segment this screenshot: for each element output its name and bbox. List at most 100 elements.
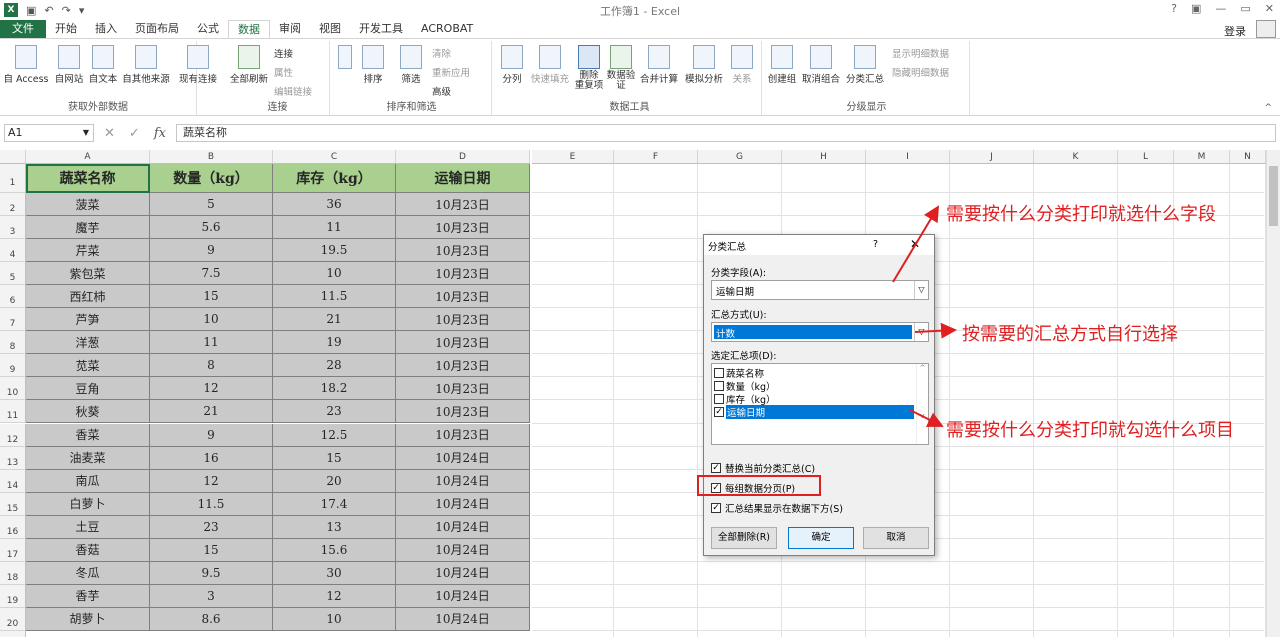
subtotal-button[interactable]: 分类汇总 <box>844 45 886 85</box>
table-cell[interactable]: 香菇 <box>26 538 150 562</box>
close-button[interactable]: ✕ <box>1265 2 1274 15</box>
table-cell[interactable]: 10 <box>273 262 396 286</box>
row-header[interactable]: 9 <box>0 354 26 378</box>
table-cell[interactable]: 10月23日 <box>396 331 530 355</box>
table-cell[interactable]: 10月24日 <box>396 515 530 539</box>
row-header[interactable]: 11 <box>0 400 26 424</box>
close-icon[interactable]: ✕ <box>910 237 920 251</box>
table-cell[interactable]: 15 <box>150 285 273 309</box>
column-header[interactable]: D <box>396 150 530 164</box>
reapply-button[interactable]: 重新应用 <box>432 65 470 79</box>
tab-acrobat[interactable]: ACROBAT <box>412 20 482 38</box>
table-cell[interactable]: 10月24日 <box>396 561 530 585</box>
row-header[interactable] <box>0 630 26 637</box>
chevron-down-icon[interactable]: ▽ <box>914 323 928 341</box>
row-header[interactable]: 20 <box>0 607 26 631</box>
list-scrollbar[interactable]: ^ v <box>916 364 928 444</box>
row-header[interactable]: 18 <box>0 561 26 585</box>
table-cell[interactable]: 10月24日 <box>396 538 530 562</box>
filter-button[interactable]: 筛选 <box>396 45 426 85</box>
row-header[interactable]: 13 <box>0 446 26 470</box>
cancel-button[interactable]: 取消 <box>863 527 929 549</box>
table-cell[interactable]: 10 <box>150 308 273 332</box>
table-cell[interactable]: 19 <box>273 331 396 355</box>
row-header[interactable]: 3 <box>0 216 26 240</box>
table-cell[interactable]: 豆角 <box>26 377 150 401</box>
table-cell[interactable]: 21 <box>150 400 273 424</box>
hide-detail-button[interactable]: 隐藏明细数据 <box>892 65 949 79</box>
table-cell[interactable]: 23 <box>150 515 273 539</box>
column-header[interactable]: I <box>866 150 950 164</box>
table-cell[interactable]: 5 <box>150 193 273 217</box>
maximize-button[interactable]: ▭ <box>1240 2 1250 15</box>
column-header[interactable]: K <box>1034 150 1118 164</box>
row-header[interactable]: 14 <box>0 469 26 493</box>
table-cell[interactable]: 12 <box>273 584 396 608</box>
row-header[interactable]: 17 <box>0 538 26 562</box>
column-header[interactable]: E <box>532 150 614 164</box>
data-validation-button[interactable]: 数据验 证 <box>606 45 636 91</box>
table-cell[interactable]: 16 <box>150 446 273 470</box>
group-button[interactable]: 创建组 <box>766 45 798 85</box>
table-cell[interactable]: 11 <box>273 216 396 240</box>
name-box[interactable]: A1 ▼ <box>4 124 94 142</box>
table-cell[interactable]: 8.6 <box>150 607 273 631</box>
table-cell[interactable]: 11.5 <box>150 492 273 516</box>
column-header[interactable]: H <box>782 150 866 164</box>
help-icon[interactable]: ? <box>1171 2 1177 15</box>
chevron-down-icon[interactable]: ▼ <box>83 125 89 141</box>
header-cell[interactable]: 蔬菜名称 <box>26 164 150 193</box>
consolidate-button[interactable]: 合并计算 <box>638 45 680 85</box>
tab-view[interactable]: 视图 <box>310 20 350 38</box>
table-cell[interactable]: 秋葵 <box>26 400 150 424</box>
tab-file[interactable]: 文件 <box>0 20 46 38</box>
vertical-scrollbar[interactable] <box>1266 150 1280 637</box>
table-cell[interactable]: 南瓜 <box>26 469 150 493</box>
table-cell[interactable]: 土豆 <box>26 515 150 539</box>
table-cell[interactable]: 20 <box>273 469 396 493</box>
table-cell[interactable]: 10月24日 <box>396 607 530 631</box>
table-cell[interactable]: 30 <box>273 561 396 585</box>
list-item[interactable]: ✓ 运输日期 <box>714 404 914 419</box>
from-web-button[interactable]: 自网站 <box>52 45 86 85</box>
table-cell[interactable]: 15 <box>150 538 273 562</box>
login-link[interactable]: 登录 <box>1224 23 1246 39</box>
row-header[interactable]: 6 <box>0 285 26 309</box>
formula-input[interactable]: 蔬菜名称 <box>175 124 1276 142</box>
chevron-down-icon[interactable]: ▽ <box>914 281 928 299</box>
row-header[interactable]: 8 <box>0 331 26 355</box>
table-cell[interactable]: 苋菜 <box>26 354 150 378</box>
row-header[interactable]: 2 <box>0 193 26 217</box>
scroll-thumb[interactable] <box>1269 166 1278 226</box>
tab-developer[interactable]: 开发工具 <box>350 20 412 38</box>
table-cell[interactable]: 11 <box>150 331 273 355</box>
table-cell[interactable]: 19.5 <box>273 239 396 263</box>
text-to-columns-button[interactable]: 分列 <box>498 45 526 85</box>
table-cell[interactable]: 12 <box>150 377 273 401</box>
table-cell[interactable]: 9 <box>150 423 273 447</box>
avatar[interactable] <box>1256 20 1276 38</box>
table-cell[interactable]: 8 <box>150 354 273 378</box>
table-cell[interactable]: 10月24日 <box>396 446 530 470</box>
column-header[interactable]: L <box>1118 150 1174 164</box>
checkbox[interactable]: ✓ <box>711 503 721 513</box>
function-select[interactable]: 计数 ▽ <box>711 322 929 342</box>
table-cell[interactable]: 10月23日 <box>396 400 530 424</box>
table-cell[interactable]: 芦笋 <box>26 308 150 332</box>
checkbox[interactable] <box>714 380 724 391</box>
sort-button[interactable]: 排序 <box>358 45 388 85</box>
table-cell[interactable]: 香菜 <box>26 423 150 447</box>
table-cell[interactable]: 菠菜 <box>26 193 150 217</box>
select-all-corner[interactable] <box>0 150 26 164</box>
tab-home[interactable]: 开始 <box>46 20 86 38</box>
table-cell[interactable]: 胡萝卜 <box>26 607 150 631</box>
table-cell[interactable]: 13 <box>273 515 396 539</box>
table-cell[interactable]: 9.5 <box>150 561 273 585</box>
table-cell[interactable]: 10月24日 <box>396 492 530 516</box>
ungroup-button[interactable]: 取消组合 <box>800 45 842 85</box>
table-cell[interactable]: 9 <box>150 239 273 263</box>
row-header[interactable]: 15 <box>0 492 26 516</box>
tab-formulas[interactable]: 公式 <box>188 20 228 38</box>
header-cell[interactable]: 运输日期 <box>396 164 530 193</box>
show-detail-button[interactable]: 显示明细数据 <box>892 46 949 60</box>
